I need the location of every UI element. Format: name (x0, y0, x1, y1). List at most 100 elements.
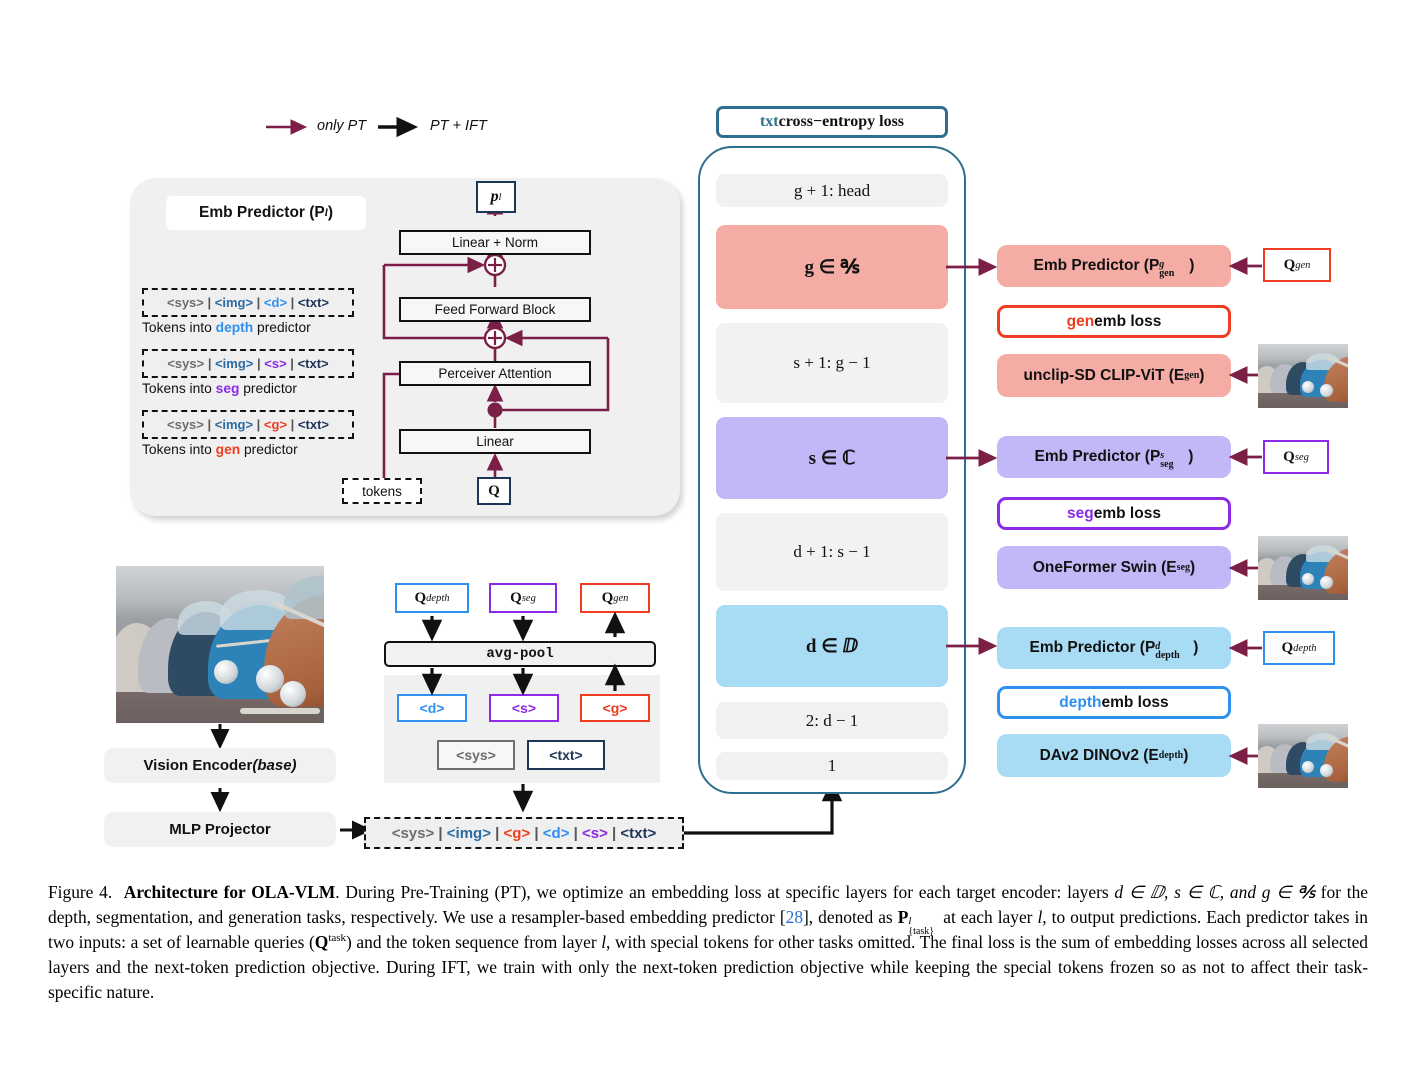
seg-emb-loss-box: seg emb loss (997, 497, 1231, 530)
emb-predictor-output-label: p (490, 188, 499, 205)
emb-predictor-seg-label: Emb Predictor (P (1034, 448, 1161, 465)
encoder-seg-superscript: seg (1176, 562, 1190, 573)
caption-figure-number: Figure 4. (48, 882, 113, 902)
final-token-s: <s> (582, 824, 608, 842)
token-g: <g> (263, 417, 288, 432)
query-gen-right-label: Q (1283, 256, 1296, 273)
token-img: <img> (215, 356, 254, 371)
query-seg-right-label: Q (1283, 448, 1295, 465)
emb-predictor-seg-subscript: seg (1160, 459, 1174, 470)
query-seg-right-box: Q seg (1263, 440, 1329, 474)
emb-predictor-gen-subscript: gen (1159, 268, 1175, 279)
final-token-sequence-box: <sys> | <img> | <g> | <d> | <s> | <txt> (364, 817, 684, 849)
llm-layer-s-plus-1-to-g-minus-1: s + 1: g − 1 (716, 323, 948, 403)
query-depth-label: Q (414, 589, 427, 606)
token-row-depth: <sys> | <img> | <d> | <txt> Tokens into … (142, 288, 354, 335)
gen-emb-loss-task: gen (1066, 312, 1095, 330)
encoder-gen-close: ) (1199, 366, 1205, 384)
token-txt: <txt> (297, 295, 329, 310)
token-sys: <sys> (167, 356, 205, 371)
caption-reference[interactable]: 28 (786, 907, 803, 927)
llm-layer-label: d + 1: s − 1 (793, 542, 871, 561)
llm-layer-d-plus-1-to-s-minus-1: d + 1: s − 1 (716, 513, 948, 591)
encoder-seg-label: OneFormer Swin (E (1032, 558, 1177, 576)
block-perceiver-attention-label: Perceiver Attention (438, 366, 552, 381)
block-perceiver-attention: Perceiver Attention (399, 361, 591, 386)
query-gen-right-superscript: gen (1295, 259, 1311, 271)
legend-only-pt-label: only PT (317, 118, 367, 134)
llm-layer-s-in-S: s ∈ ℂ (716, 417, 948, 499)
query-input-box: Q (477, 477, 511, 505)
legend-pt-ift-label: PT + IFT (430, 118, 487, 134)
query-depth-superscript: depth (426, 592, 450, 604)
gen-emb-loss-rest: emb loss (1094, 312, 1162, 330)
gen-emb-loss-box: gen emb loss (997, 305, 1231, 338)
block-feed-forward: Feed Forward Block (399, 297, 591, 322)
token-caption-post-seg: predictor (239, 381, 297, 396)
token-d: <d> (263, 295, 288, 310)
final-token-g: <g> (503, 824, 531, 842)
caption-math4: Q (314, 932, 329, 953)
block-linear-norm: Linear + Norm (399, 230, 591, 255)
token-sys: <sys> (167, 417, 204, 432)
token-caption-pre-seg: Tokens into (142, 381, 216, 396)
llm-layer-label: g + 1: head (793, 180, 871, 200)
caption-part4: at each layer (938, 907, 1038, 928)
encoder-depth-superscript: depth (1158, 750, 1184, 761)
emb-predictor-depth-close: ) (1193, 639, 1199, 656)
caption-part1: . During Pre-Training (PT), we optimize … (335, 882, 1115, 902)
encoder-gen-label: unclip-SD CLIP-ViT (E (1023, 366, 1185, 384)
caption-title: Architecture for OLA-VLM (123, 882, 336, 902)
query-gen-box: Q gen (580, 583, 650, 613)
encoder-depth-label: DAv2 DINOv2 (E (1039, 746, 1159, 764)
token-s: <s> (264, 356, 287, 371)
emb-predictor-gen-box: Emb Predictor (P g gen ) (997, 245, 1231, 287)
query-gen-superscript: gen (613, 592, 629, 604)
query-seg-superscript: seg (521, 592, 536, 604)
final-token-d: <d> (542, 824, 570, 842)
llm-layer-label: s ∈ ℂ (808, 447, 856, 469)
final-token-img: <img> (446, 824, 491, 842)
token-img: <img> (214, 417, 254, 432)
emb-predictor-output-superscript: l (498, 191, 502, 203)
encoder-depth-box: DAv2 DINOv2 (E depth) (997, 734, 1231, 777)
block-linear-norm-label: Linear + Norm (452, 235, 538, 250)
figure-caption: Figure 4. Architecture for OLA-VLM. Duri… (48, 880, 1368, 1005)
token-row-seg: <sys> | <img> | <s> | <txt> Tokens into … (142, 349, 354, 396)
encoder-seg-box: OneFormer Swin (E seg) (997, 546, 1231, 589)
llm-layer-label: s + 1: g − 1 (793, 353, 871, 372)
query-gen-label: Q (601, 589, 614, 606)
legend: only PT PT + IFT (262, 112, 522, 142)
figure-canvas: only PT PT + IFT Emb Predictor (P l ) p … (0, 0, 1414, 868)
emb-predictor-depth-subscript: depth (1155, 650, 1180, 661)
llm-layer-g-in-G: g ∈ ℁ (716, 225, 948, 309)
llm-layer-g-plus-1-head: g + 1: head (716, 174, 948, 207)
token-caption-task-depth: depth (215, 320, 254, 335)
txt-cross-entropy-loss-box: txt cross−entropy loss (716, 106, 948, 138)
emb-predictor-output-box: p l (476, 181, 516, 213)
query-seg-right-superscript: seg (1294, 451, 1309, 463)
block-linear: Linear (399, 429, 591, 454)
token-txt: <txt> (297, 356, 329, 371)
caption-math1: d ∈ ⅅ, s ∈ ℂ, and g ∈ ℁ (1114, 882, 1315, 902)
mlp-projector-box: MLP Projector (104, 812, 336, 847)
caption-math4-superscript: task (328, 932, 347, 945)
caption-part3: ], denoted as (803, 907, 898, 928)
depth-emb-loss-box: depth emb loss (997, 686, 1231, 719)
txt-loss-rest: cross−entropy loss (778, 113, 905, 130)
caption-math2: P (897, 907, 909, 928)
llm-layer-d-in-D: d ∈ ⅅ (716, 605, 948, 687)
emb-predictor-gen-label: Emb Predictor (P (1033, 257, 1160, 274)
token-caption-pre-gen: Tokens into (142, 442, 216, 457)
emb-predictor-seg-close: ) (1188, 448, 1194, 465)
query-depth-right-box: Q depth (1263, 631, 1335, 665)
token-caption-post-depth: predictor (253, 320, 311, 335)
token-row-gen: <sys> | <img> | <g> | <txt> Tokens into … (142, 410, 354, 457)
tokens-input-box: tokens (342, 478, 422, 504)
emb-predictor-seg-box: Emb Predictor (P s seg ) (997, 436, 1231, 478)
caption-math2-subscript: {task} (908, 926, 935, 938)
emb-predictor-depth-label: Emb Predictor (P (1029, 639, 1156, 656)
middle-pipeline-arrows (421, 611, 626, 813)
depth-emb-loss-task: depth (1059, 693, 1102, 711)
final-token-sys: <sys> (391, 824, 435, 842)
